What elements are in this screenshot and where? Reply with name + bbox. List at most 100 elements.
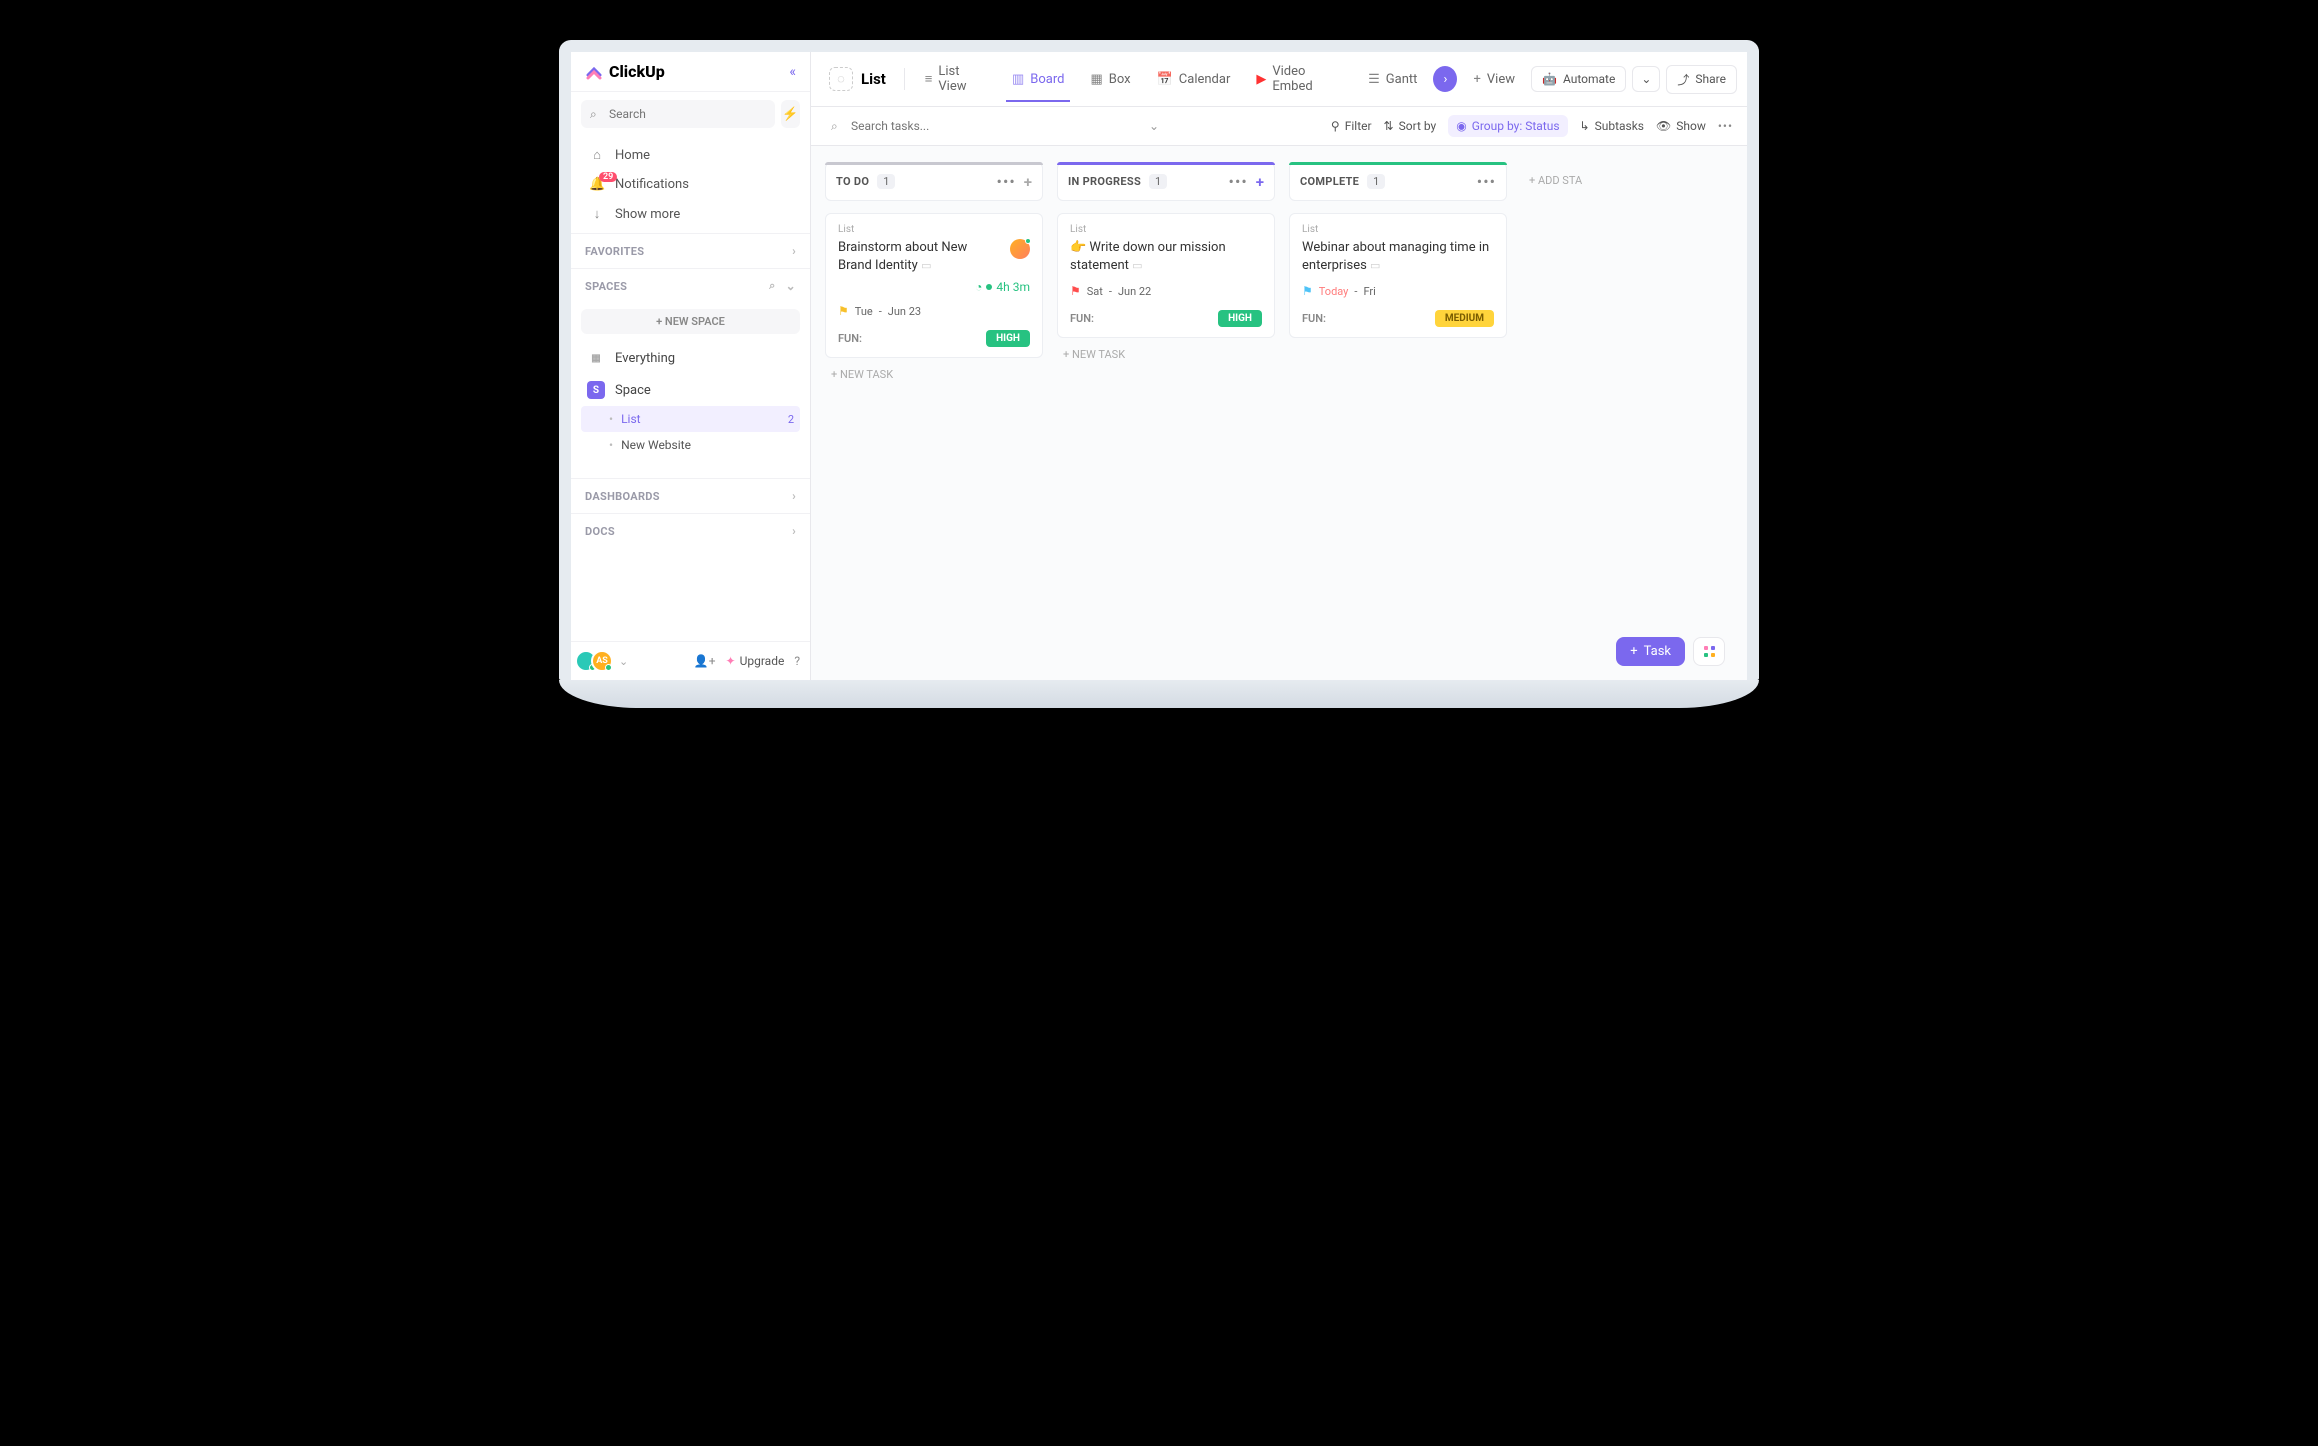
search-icon: ⌕ bbox=[831, 119, 838, 134]
page-title: List bbox=[861, 70, 886, 88]
new-space-button[interactable]: + NEW SPACE bbox=[581, 309, 800, 334]
time-tracked[interactable]: ◔4h 3m bbox=[838, 280, 1030, 294]
task-card[interactable]: List 👉 Write down our mission statement … bbox=[1057, 213, 1275, 338]
list-item[interactable]: •New Website bbox=[581, 432, 800, 458]
section-favorites[interactable]: FAVORITES› bbox=[571, 233, 810, 268]
home-icon: ⌂ bbox=[589, 147, 605, 163]
column-menu-button[interactable]: ••• bbox=[1477, 172, 1496, 191]
custom-field-value[interactable]: MEDIUM bbox=[1435, 310, 1494, 327]
custom-field-value[interactable]: HIGH bbox=[986, 330, 1030, 347]
plus-icon: + bbox=[1630, 644, 1637, 659]
invite-button[interactable]: 👤+ bbox=[694, 654, 716, 668]
flag-icon: ⚑ bbox=[1070, 284, 1081, 298]
search-dropdown[interactable]: ⌄ bbox=[1149, 119, 1159, 133]
list-settings-icon[interactable]: ◌ bbox=[829, 67, 853, 91]
workspace-avatars[interactable]: AS ⌄ bbox=[581, 650, 628, 672]
tab-list-view[interactable]: ≡List View bbox=[915, 58, 996, 100]
board-icon: ▥ bbox=[1012, 72, 1024, 87]
tab-board[interactable]: ▥Board bbox=[1002, 66, 1075, 93]
task-card[interactable]: List Webinar about managing time in ente… bbox=[1289, 213, 1507, 338]
filter-button[interactable]: ⚲Filter bbox=[1331, 119, 1372, 133]
view-tabs-bar: ◌ List ≡List View ▥Board ▦Box 📅Calendar … bbox=[811, 52, 1747, 107]
space-avatar-icon: S bbox=[587, 381, 605, 399]
column-count: 1 bbox=[1149, 174, 1167, 189]
tab-gantt[interactable]: ☰Gantt bbox=[1358, 66, 1427, 93]
column-header[interactable]: TO DO 1 ••• + bbox=[825, 162, 1043, 201]
column-menu-button[interactable]: ••• bbox=[1229, 172, 1248, 191]
upgrade-button[interactable]: ✦Upgrade bbox=[726, 654, 785, 668]
filter-icon: ⚲ bbox=[1331, 119, 1340, 133]
chevron-down-icon[interactable]: ⌄ bbox=[619, 655, 628, 668]
search-icon: ⌕ bbox=[590, 107, 597, 122]
avatar: AS bbox=[591, 650, 613, 672]
section-docs[interactable]: DOCS› bbox=[571, 513, 810, 548]
more-views-button[interactable]: › bbox=[1433, 66, 1457, 92]
task-search-input[interactable] bbox=[825, 113, 1165, 139]
sort-button[interactable]: ⇅Sort by bbox=[1384, 119, 1437, 133]
tab-video-embed[interactable]: ▶Video Embed bbox=[1246, 58, 1352, 100]
list-icon: ≡ bbox=[925, 71, 933, 87]
share-button[interactable]: ⤴Share bbox=[1666, 65, 1737, 94]
list-dot-icon: • bbox=[609, 412, 613, 426]
board-toolbar: ⌕ ⌄ ⚲Filter ⇅Sort by ◉Group by: Status ↳… bbox=[811, 107, 1747, 146]
sidebar: ClickUp « ⌕ ⚡ ⌂Home 🔔29Notifications ↓Sh… bbox=[571, 52, 811, 680]
quick-action-button[interactable]: ⚡ bbox=[781, 100, 800, 128]
space-item[interactable]: SSpace bbox=[581, 374, 800, 406]
column-header[interactable]: IN PROGRESS 1 ••• + bbox=[1057, 162, 1275, 201]
card-dates[interactable]: ⚑Tue-Jun 23 bbox=[838, 304, 1030, 318]
apps-button[interactable] bbox=[1693, 637, 1725, 666]
custom-field-value[interactable]: HIGH bbox=[1218, 310, 1262, 327]
nav-show-more[interactable]: ↓Show more bbox=[581, 199, 800, 229]
toolbar-more-button[interactable]: ••• bbox=[1718, 119, 1733, 133]
add-status-column[interactable]: + ADD STA bbox=[1521, 162, 1641, 199]
assignee-avatar[interactable] bbox=[1010, 239, 1030, 259]
column-header[interactable]: COMPLETE 1 ••• bbox=[1289, 162, 1507, 201]
sidebar-search-input[interactable] bbox=[581, 100, 775, 128]
column-menu-button[interactable]: ••• bbox=[997, 172, 1016, 191]
robot-icon: 🤖 bbox=[1542, 72, 1557, 86]
column-in-progress: IN PROGRESS 1 ••• + List 👉 Write down ou… bbox=[1057, 162, 1275, 371]
help-button[interactable]: ? bbox=[794, 654, 800, 668]
notification-badge: 29 bbox=[599, 172, 617, 182]
new-task-button[interactable]: + NEW TASK bbox=[825, 358, 1043, 391]
clock-icon: ◔ bbox=[975, 280, 982, 294]
collapse-sidebar-button[interactable]: « bbox=[789, 64, 796, 80]
subtasks-button[interactable]: ↳Subtasks bbox=[1580, 119, 1644, 133]
card-title: 👉 Write down our mission statement ▭ bbox=[1070, 239, 1262, 274]
space-everything[interactable]: ▦Everything bbox=[581, 342, 800, 374]
card-dates[interactable]: ⚑Today-Fri bbox=[1302, 284, 1494, 298]
automate-dropdown[interactable]: ⌄ bbox=[1632, 66, 1660, 92]
card-dates[interactable]: ⚑Sat-Jun 22 bbox=[1070, 284, 1262, 298]
task-card[interactable]: List Brainstorm about New Brand Identity… bbox=[825, 213, 1043, 358]
nav-home[interactable]: ⌂Home bbox=[581, 140, 800, 170]
section-dashboards[interactable]: DASHBOARDS› bbox=[571, 478, 810, 513]
column-add-button[interactable]: + bbox=[1024, 173, 1032, 191]
calendar-icon: 📅 bbox=[1157, 72, 1173, 87]
new-task-button[interactable]: + NEW TASK bbox=[1057, 338, 1275, 371]
chevron-down-icon[interactable]: ⌄ bbox=[786, 279, 796, 293]
group-by-button[interactable]: ◉Group by: Status bbox=[1448, 115, 1567, 137]
card-title: Webinar about managing time in enterpris… bbox=[1302, 239, 1494, 274]
tab-calendar[interactable]: 📅Calendar bbox=[1147, 66, 1241, 93]
kanban-board: TO DO 1 ••• + List Brainstorm about New … bbox=[811, 146, 1747, 680]
tab-box[interactable]: ▦Box bbox=[1080, 66, 1140, 93]
automate-button[interactable]: 🤖Automate bbox=[1531, 66, 1626, 92]
nav-notifications[interactable]: 🔔29Notifications bbox=[581, 170, 800, 199]
description-icon: ▭ bbox=[921, 259, 931, 272]
chevron-right-icon: › bbox=[792, 489, 796, 503]
column-add-button[interactable]: + bbox=[1256, 173, 1264, 191]
description-icon: ▭ bbox=[1370, 259, 1380, 272]
add-view-button[interactable]: +View bbox=[1463, 66, 1525, 93]
box-icon: ▦ bbox=[1090, 72, 1102, 87]
section-spaces[interactable]: SPACES⌕⌄ bbox=[571, 268, 810, 303]
search-spaces-icon[interactable]: ⌕ bbox=[769, 279, 775, 293]
show-button[interactable]: 👁Show bbox=[1656, 119, 1706, 133]
custom-field-label: FUN: bbox=[1302, 312, 1326, 325]
card-breadcrumb: List bbox=[1302, 224, 1494, 235]
brand-logo[interactable]: ClickUp bbox=[585, 62, 665, 81]
list-count: 2 bbox=[788, 413, 794, 426]
description-icon: ▭ bbox=[1132, 259, 1142, 272]
list-item-active[interactable]: •List2 bbox=[581, 406, 800, 432]
create-task-button[interactable]: +Task bbox=[1616, 637, 1685, 666]
chevron-down-icon: ↓ bbox=[589, 206, 605, 222]
